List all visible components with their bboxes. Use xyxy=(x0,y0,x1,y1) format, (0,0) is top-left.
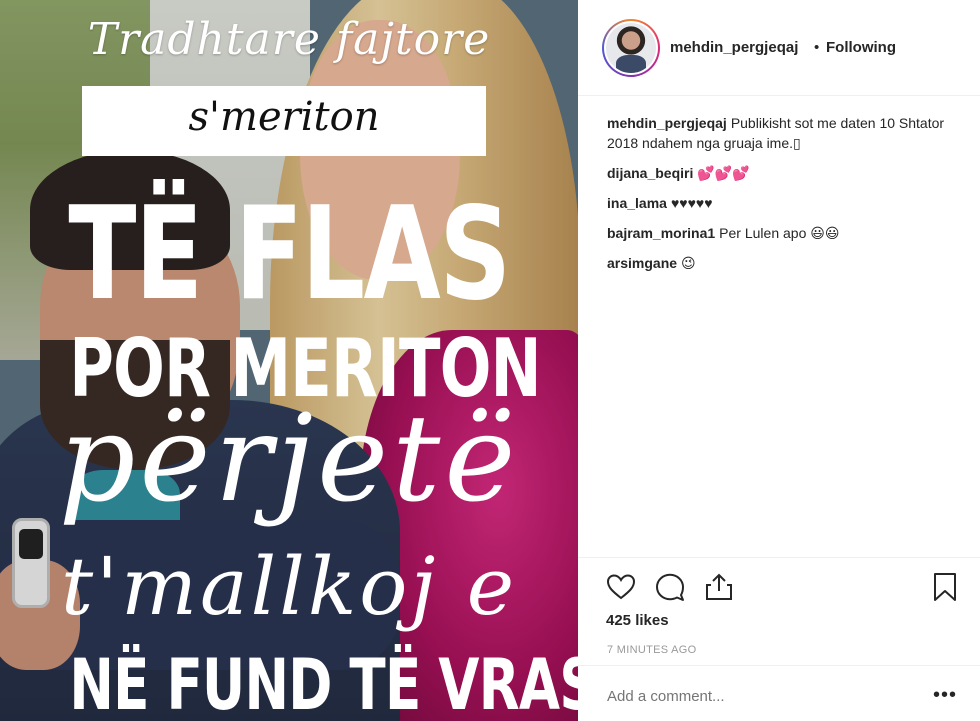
comment-text: ♥♥♥♥♥ xyxy=(670,195,713,211)
comment-username[interactable]: arsimgane xyxy=(607,255,677,271)
following-button[interactable]: Following xyxy=(826,39,896,56)
list-item: arsimgane 😉 xyxy=(607,253,962,273)
image-text-line3: TË FLAS xyxy=(68,180,511,329)
action-bar: 425 likes 7 MINUTES AGO xyxy=(578,557,980,665)
header-separator: • xyxy=(814,39,820,56)
share-icon[interactable] xyxy=(704,572,734,602)
list-item: dijana_beqiri 💕💕💕 xyxy=(607,163,962,183)
caption: mehdin_pergjeqaj Publikisht sot me daten … xyxy=(607,113,962,153)
comment-text: 😉 xyxy=(681,255,696,271)
comment-username[interactable]: mehdin_pergjeqaj xyxy=(607,115,727,131)
post-image[interactable]: Tradhtare fajtore s'meriton TË FLAS POR … xyxy=(0,0,578,721)
comment-icon[interactable] xyxy=(655,572,685,602)
comment-username[interactable]: bajram_morina1 xyxy=(607,225,715,241)
bookmark-icon[interactable] xyxy=(930,572,960,602)
likes-count[interactable]: 425 likes xyxy=(606,612,669,629)
add-comment-input[interactable] xyxy=(607,688,907,705)
comment-text: Per Lulen apo 😃😃 xyxy=(719,225,840,241)
more-options-button[interactable]: ••• xyxy=(933,684,957,707)
comment-text: 💕💕💕 xyxy=(697,165,750,181)
list-item: ina_lama ♥♥♥♥♥ xyxy=(607,193,962,213)
image-text-line7: NË FUND TË VRAS xyxy=(69,644,578,721)
post-header: mehdin_pergjeqaj • Following xyxy=(578,0,980,96)
avatar[interactable] xyxy=(602,19,660,77)
comment-list: mehdin_pergjeqaj Publikisht sot me daten … xyxy=(607,113,962,283)
image-text-line6: t'mallkoj e xyxy=(60,540,518,633)
comment-username[interactable]: dijana_beqiri xyxy=(607,165,693,181)
heart-icon[interactable] xyxy=(606,572,636,602)
comment-username[interactable]: ina_lama xyxy=(607,195,667,211)
list-item: bajram_morina1 Per Lulen apo 😃😃 xyxy=(607,223,962,243)
image-text-line5: përjetë xyxy=(58,390,520,529)
post-timestamp[interactable]: 7 MINUTES AGO xyxy=(607,644,696,656)
header-username[interactable]: mehdin_pergjeqaj xyxy=(670,39,798,56)
avatar-image xyxy=(606,23,656,73)
post-side-panel: mehdin_pergjeqaj • Following mehdin_perg… xyxy=(578,0,980,721)
image-text-line1: Tradhtare fajtore xyxy=(87,14,491,65)
image-text-line2: s'meriton xyxy=(188,94,380,140)
add-comment-bar: ••• xyxy=(578,665,980,721)
